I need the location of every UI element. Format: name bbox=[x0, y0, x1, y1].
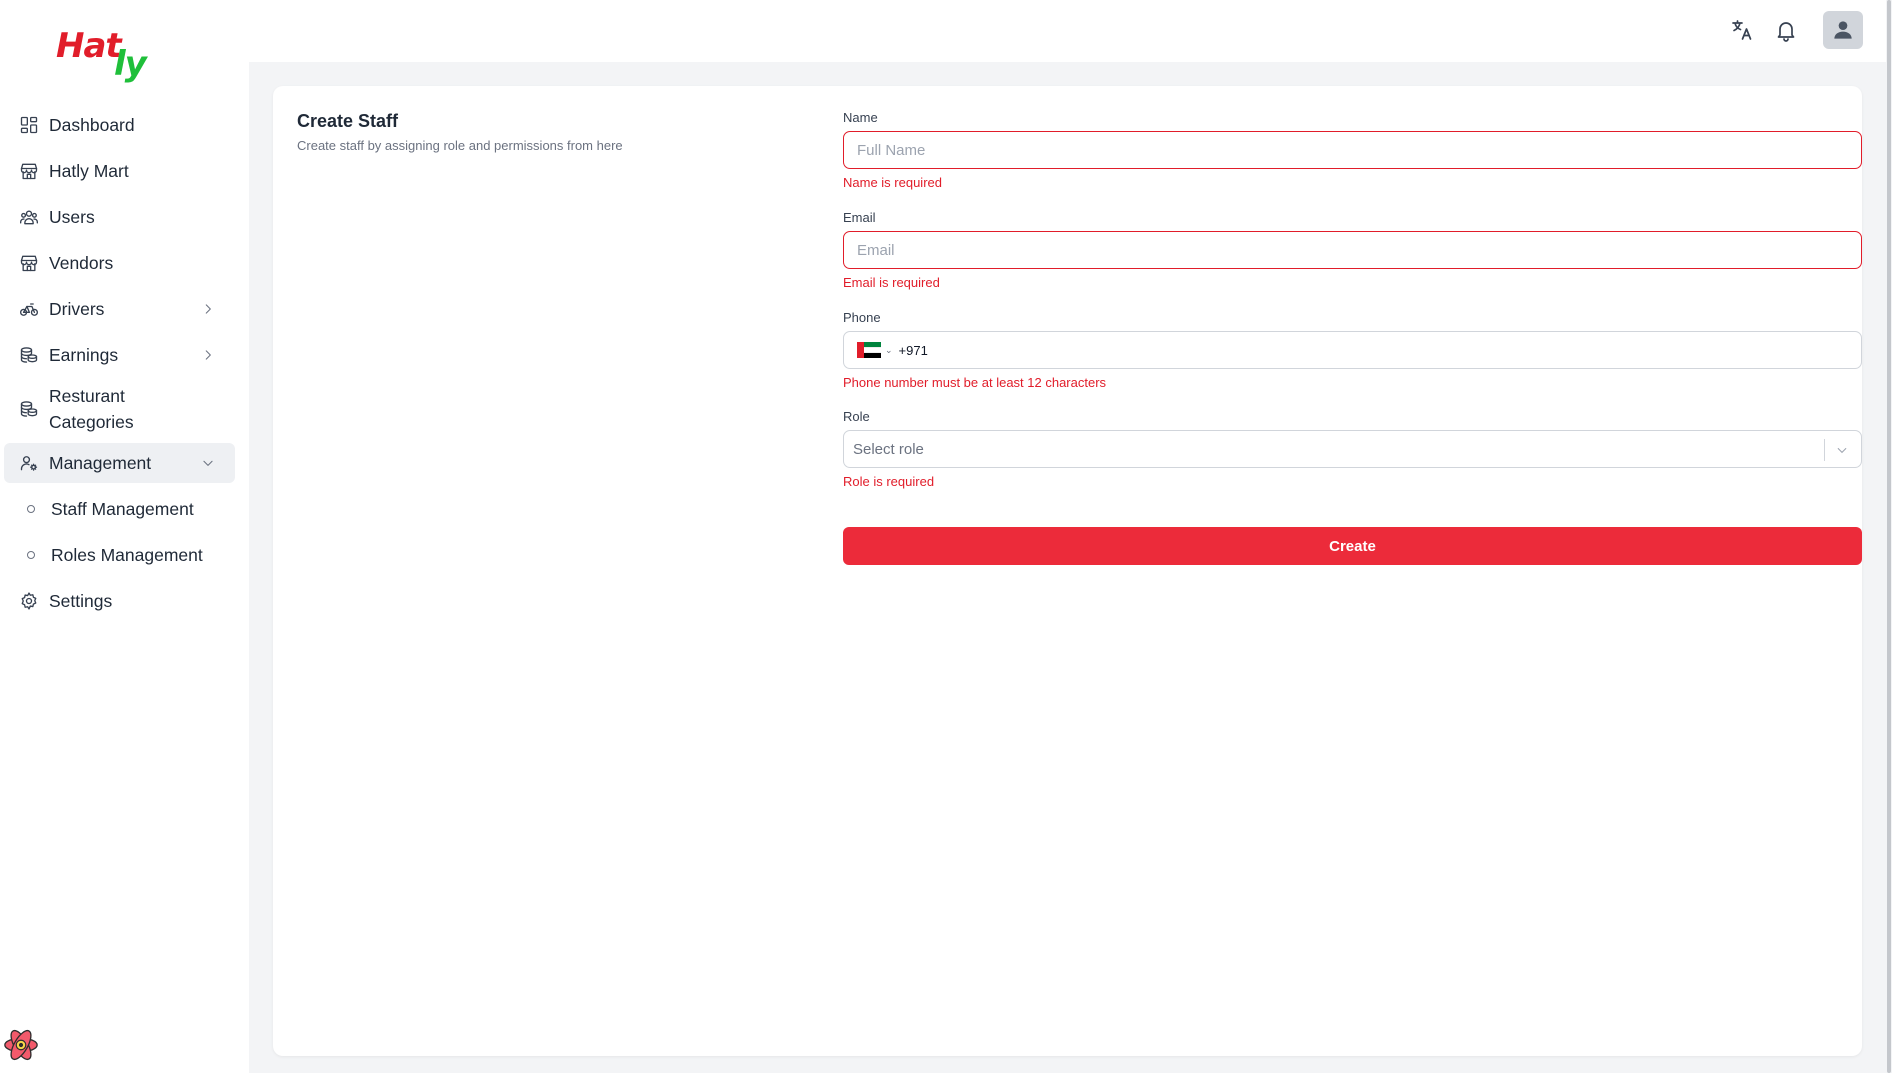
sidebar-item-label: Users bbox=[49, 207, 95, 227]
sidebar-item-drivers[interactable]: Drivers bbox=[4, 289, 235, 329]
create-staff-form: Name Name is required Email Email is req… bbox=[843, 110, 1863, 565]
sidebar-subitem-label: Staff Management bbox=[51, 499, 194, 519]
user-gear-icon bbox=[18, 452, 40, 474]
store-icon bbox=[18, 160, 40, 182]
top-bar bbox=[249, 0, 1892, 62]
bullet-icon bbox=[27, 551, 35, 559]
user-avatar-button[interactable] bbox=[1823, 11, 1863, 49]
logo-text-ly: ly bbox=[114, 44, 147, 84]
bullet-icon bbox=[27, 505, 35, 513]
sidebar-item-label: Drivers bbox=[49, 299, 105, 319]
chevron-right-icon[interactable] bbox=[201, 348, 215, 362]
sidebar-item-label: Hatly Mart bbox=[49, 161, 129, 181]
scrollbar-thumb[interactable] bbox=[1887, 0, 1891, 1073]
role-select[interactable]: Select role bbox=[843, 430, 1862, 468]
sidebar-subitem-staff-management[interactable]: Staff Management bbox=[4, 489, 235, 529]
name-field[interactable] bbox=[857, 141, 1848, 159]
sidebar-item-settings[interactable]: Settings bbox=[4, 581, 235, 621]
users-icon bbox=[18, 206, 40, 228]
role-label: Role bbox=[843, 409, 870, 424]
dashboard-grid-icon bbox=[18, 114, 40, 136]
gear-icon bbox=[18, 590, 40, 612]
sidebar-item-resturant-categories[interactable]: Resturant Categories bbox=[4, 381, 235, 437]
uae-flag-icon[interactable] bbox=[857, 342, 881, 358]
translate-icon[interactable] bbox=[1729, 17, 1755, 43]
page-scrollbar[interactable] bbox=[1886, 0, 1892, 1073]
sidebar-subitem-roles-management[interactable]: Roles Management bbox=[4, 535, 235, 575]
create-button[interactable]: Create bbox=[843, 527, 1862, 565]
user-avatar-icon bbox=[1834, 21, 1852, 39]
coins-icon bbox=[18, 344, 40, 366]
sidebar-item-management[interactable]: Management bbox=[4, 443, 235, 483]
email-field[interactable] bbox=[857, 241, 1848, 259]
role-select-placeholder: Select role bbox=[853, 440, 924, 458]
sidebar-item-hatly-mart[interactable]: Hatly Mart bbox=[4, 151, 235, 191]
sidebar-item-earnings[interactable]: Earnings bbox=[4, 335, 235, 375]
chevron-down-icon[interactable]: ⌄ bbox=[885, 345, 893, 356]
sidebar-subitem-label: Roles Management bbox=[51, 545, 203, 565]
phone-field[interactable]: ⌄ +971 bbox=[843, 331, 1862, 369]
page-subtitle: Create staff by assigning role and permi… bbox=[297, 138, 623, 153]
name-error: Name is required bbox=[843, 175, 942, 190]
chevron-right-icon[interactable] bbox=[201, 302, 215, 316]
phone-label: Phone bbox=[843, 310, 881, 325]
page-title: Create Staff bbox=[297, 111, 399, 131]
coins-icon bbox=[18, 398, 40, 420]
name-label: Name bbox=[843, 110, 878, 125]
email-field-wrapper bbox=[843, 231, 1862, 269]
email-error: Email is required bbox=[843, 275, 940, 290]
sidebar-item-label: Management bbox=[49, 453, 152, 473]
sidebar-item-label: Vendors bbox=[49, 253, 114, 273]
role-error: Role is required bbox=[843, 474, 935, 489]
hatly-logo[interactable]: Hat ly bbox=[56, 22, 156, 84]
name-field-wrapper bbox=[843, 131, 1862, 169]
sidebar: Hat ly Dashboard Hatly Mart Users Vendor… bbox=[0, 0, 249, 1073]
sidebar-item-label: Dashboard bbox=[49, 115, 135, 135]
store-icon bbox=[18, 252, 40, 274]
chevron-down-icon[interactable] bbox=[201, 456, 215, 470]
sidebar-item-label: Settings bbox=[49, 591, 113, 611]
sidebar-item-label: Resturant Categories bbox=[49, 383, 134, 435]
phone-error: Phone number must be at least 12 charact… bbox=[843, 375, 1107, 390]
sidebar-item-vendors[interactable]: Vendors bbox=[4, 243, 235, 283]
create-staff-card: Create Staff Create staff by assigning r… bbox=[273, 86, 1862, 1056]
sidebar-item-label-line1: Resturant bbox=[49, 386, 125, 406]
bell-icon[interactable] bbox=[1773, 17, 1799, 43]
sidebar-item-label-line2: Categories bbox=[49, 412, 134, 432]
sidebar-nav: Dashboard Hatly Mart Users Vendors Drive bbox=[4, 105, 235, 627]
sidebar-item-users[interactable]: Users bbox=[4, 197, 235, 237]
sidebar-item-dashboard[interactable]: Dashboard bbox=[4, 105, 235, 145]
phone-code-value: +971 bbox=[898, 342, 928, 358]
select-divider bbox=[1824, 439, 1825, 461]
email-label: Email bbox=[843, 210, 876, 225]
react-devtools-icon[interactable] bbox=[2, 1026, 40, 1064]
logo-text-hat: Hat bbox=[56, 26, 122, 66]
main-content: Create Staff Create staff by assigning r… bbox=[249, 62, 1892, 1073]
chevron-down-icon[interactable] bbox=[1835, 443, 1849, 457]
sidebar-item-label: Earnings bbox=[49, 345, 119, 365]
bicycle-icon bbox=[18, 298, 40, 320]
